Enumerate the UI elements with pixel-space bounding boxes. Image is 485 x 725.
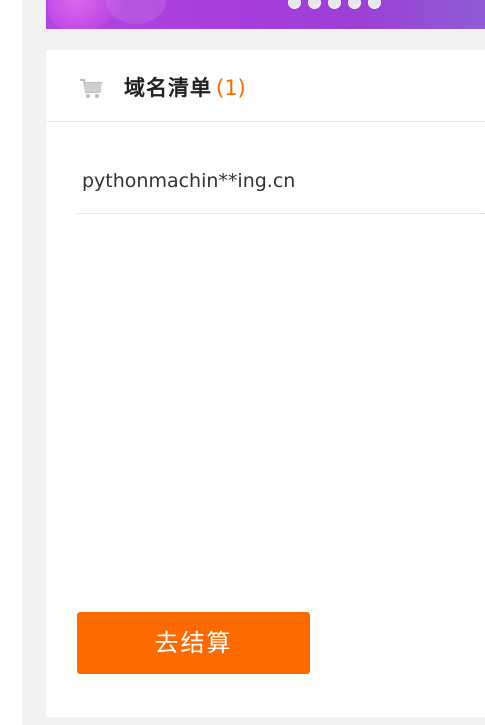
panel-header: 域名清单 (1): [46, 50, 485, 122]
carousel-dot[interactable]: [308, 0, 321, 9]
carousel-dot[interactable]: [368, 0, 381, 9]
page: 域名清单 (1) pythonmachin**ing.cn 去结算: [0, 0, 485, 725]
domain-name: pythonmachin**ing.cn: [82, 170, 296, 192]
domain-list-panel: 域名清单 (1) pythonmachin**ing.cn 去结算: [46, 50, 485, 717]
carousel-dot[interactable]: [328, 0, 341, 9]
domain-list-title: 域名清单 (1): [124, 74, 246, 102]
carousel-dot[interactable]: [348, 0, 361, 9]
banner-decoration-highlight: [106, 0, 166, 24]
shopping-cart-icon: [79, 78, 103, 100]
promo-banner[interactable]: [46, 0, 485, 29]
checkout-button[interactable]: 去结算: [77, 612, 310, 674]
domain-list-item[interactable]: pythonmachin**ing.cn: [77, 158, 485, 214]
domain-count: (1): [216, 76, 246, 100]
carousel-dots: [288, 0, 381, 9]
carousel-dot[interactable]: [288, 0, 301, 9]
domain-list-title-text: 域名清单: [124, 76, 212, 100]
